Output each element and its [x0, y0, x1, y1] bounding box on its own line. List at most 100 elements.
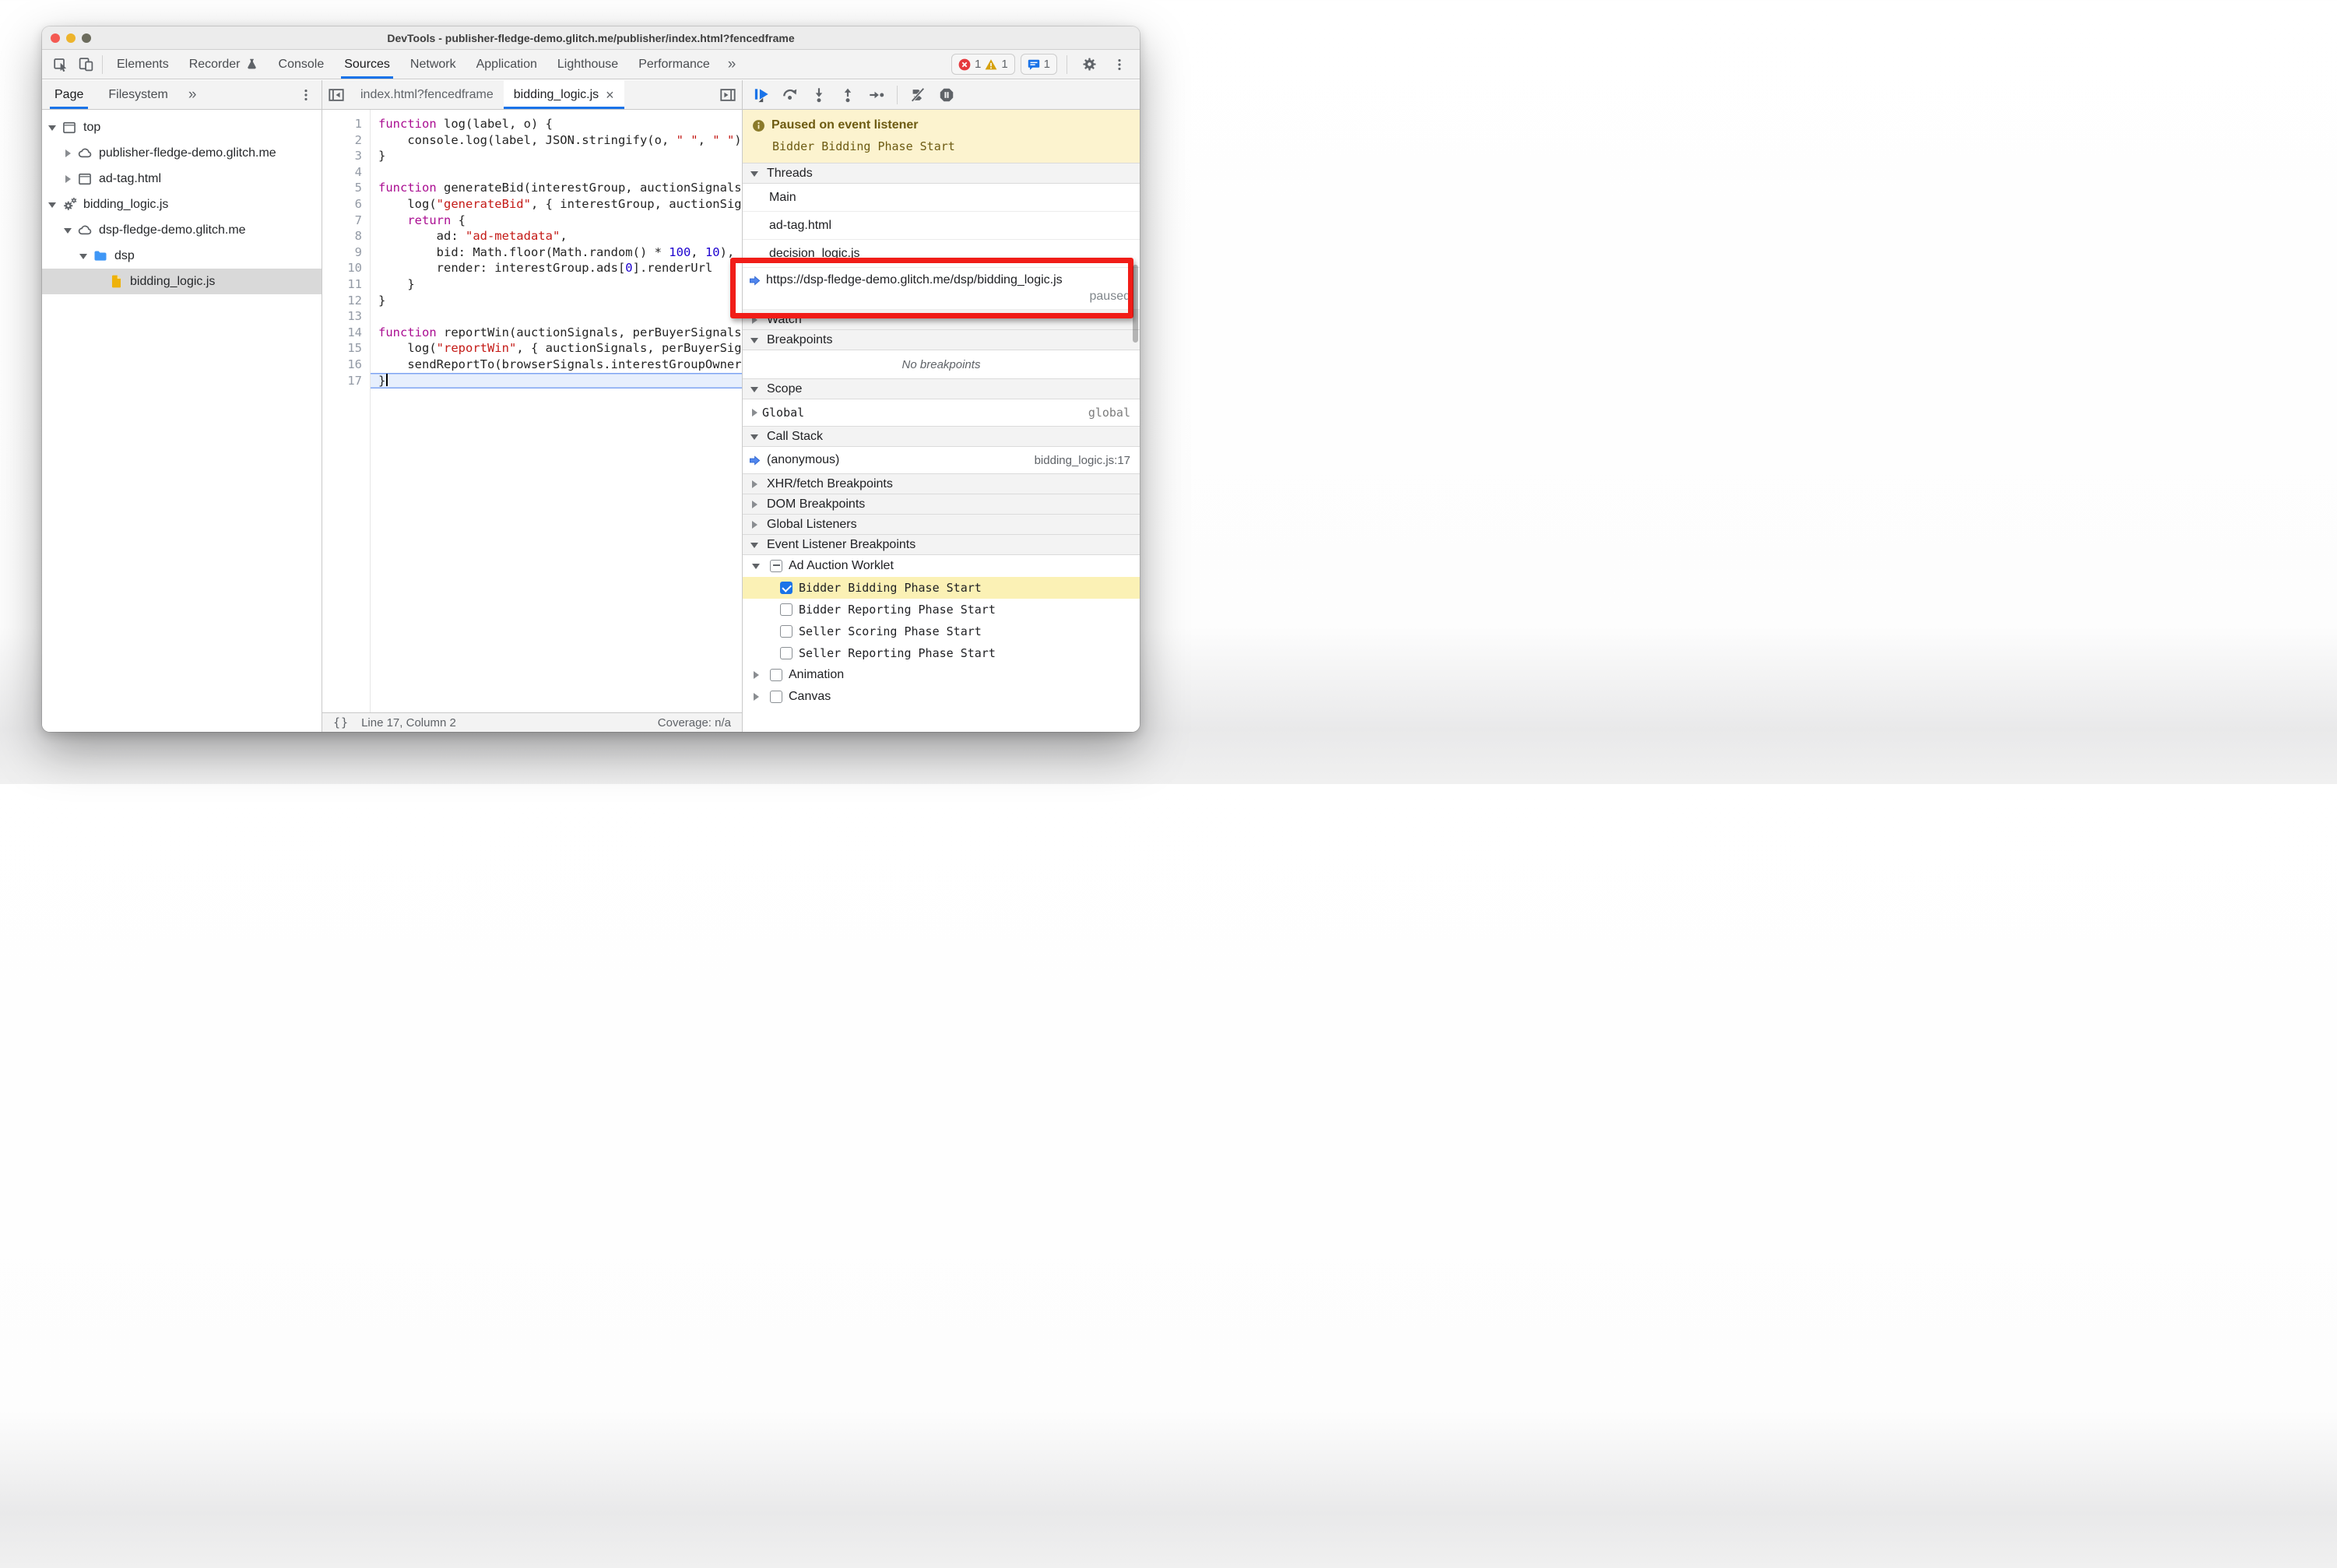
line-number[interactable]: 14	[322, 325, 362, 341]
code-line[interactable]: function reportWin(auctionSignals, perBu…	[371, 325, 742, 341]
resume-button[interactable]	[749, 83, 774, 107]
hide-navigator-button[interactable]	[322, 80, 350, 109]
sidebar-more-tabs-button[interactable]: »	[181, 86, 205, 104]
checkbox-unchecked[interactable]	[770, 691, 782, 703]
code-line[interactable]: console.log(label, JSON.stringify(o, " "…	[371, 132, 742, 149]
chevron-down-icon[interactable]	[749, 384, 760, 395]
chevron-right-icon[interactable]	[750, 691, 761, 702]
section-header-breakpoints[interactable]: Breakpoints	[743, 329, 1140, 350]
messages-badge[interactable]: 1	[1020, 54, 1057, 75]
close-icon[interactable]: ×	[606, 88, 614, 102]
editor-tab-index-html-fencedframe[interactable]: index.html?fencedframe	[350, 80, 504, 109]
step-out-button[interactable]	[835, 83, 860, 107]
section-header-xhr-fetch-breakpoints[interactable]: XHR/fetch Breakpoints	[743, 473, 1140, 494]
close-window-button[interactable]	[51, 33, 60, 43]
checkbox-indeterminate[interactable]	[770, 560, 782, 572]
device-toolbar-button[interactable]	[73, 53, 98, 76]
tree-item-bidding-logic-js[interactable]: bidding_logic.js	[42, 192, 322, 217]
section-header-call-stack[interactable]: Call Stack	[743, 426, 1140, 447]
editor-tab-bidding-logic-js[interactable]: bidding_logic.js ×	[503, 80, 624, 109]
event-category-ad-auction-worklet[interactable]: Ad Auction Worklet	[743, 555, 1140, 577]
line-number[interactable]: 10	[322, 260, 362, 276]
scope-row-global[interactable]: Global global	[743, 399, 1140, 427]
code-line-highlighted[interactable]: }	[371, 372, 742, 389]
scrollbar-thumb[interactable]	[1133, 265, 1138, 343]
section-header-scope[interactable]: Scope	[743, 378, 1140, 399]
line-number[interactable]: 12	[322, 293, 362, 309]
zoom-window-button[interactable]	[82, 33, 91, 43]
section-header-global-listeners[interactable]: Global Listeners	[743, 514, 1140, 535]
section-header-event-listener-breakpoints[interactable]: Event Listener Breakpoints	[743, 534, 1140, 555]
main-tab-elements[interactable]: Elements	[107, 50, 179, 79]
tree-item-dsp-fledge-demo-glitch-me[interactable]: dsp-fledge-demo.glitch.me	[42, 217, 322, 243]
step-over-button[interactable]	[778, 83, 803, 107]
chevron-down-icon[interactable]	[47, 122, 58, 133]
section-header-threads[interactable]: Threads	[743, 163, 1140, 184]
main-tab-lighthouse[interactable]: Lighthouse	[547, 50, 628, 79]
chevron-right-icon[interactable]	[749, 407, 760, 418]
event-breakpoint-bidder-reporting-phase-start[interactable]: Bidder Reporting Phase Start	[743, 599, 1140, 621]
code-line[interactable]: sendReportTo(browserSignals.interestGrou…	[371, 357, 742, 373]
tree-item-publisher-fledge-demo-glitch-me[interactable]: publisher-fledge-demo.glitch.me	[42, 140, 322, 166]
chevron-down-icon[interactable]	[749, 431, 760, 442]
event-breakpoint-seller-scoring-phase-start[interactable]: Seller Scoring Phase Start	[743, 621, 1140, 642]
line-number[interactable]: 1	[322, 116, 362, 132]
code-line[interactable]: log("reportWin", { auctionSignals, perBu…	[371, 340, 742, 357]
pause-on-exceptions-button[interactable]	[934, 83, 959, 107]
code-line[interactable]: ad: "ad-metadata",	[371, 228, 742, 244]
code-line[interactable]: function generateBid(interestGroup, auct…	[371, 180, 742, 196]
line-number-gutter[interactable]: 1 2 3 4 5 6 7 8 9 10 11 12 13 14 15 16 17	[322, 110, 371, 712]
more-panels-button[interactable]: »	[720, 56, 744, 73]
line-number[interactable]: 16	[322, 357, 362, 373]
line-number[interactable]: 3	[322, 148, 362, 164]
sidebar-tab-page[interactable]: Page	[42, 80, 96, 109]
chevron-right-icon[interactable]	[62, 174, 73, 185]
main-tab-console[interactable]: Console	[269, 50, 335, 79]
inspect-element-button[interactable]	[48, 53, 73, 76]
code-line[interactable]: }	[371, 148, 742, 164]
checkbox-checked[interactable]	[780, 582, 792, 594]
thread-row[interactable]: Main	[743, 184, 1140, 212]
call-stack-frame[interactable]: (anonymous) bidding_logic.js:17	[743, 447, 1140, 474]
event-category-animation[interactable]: Animation	[743, 664, 1140, 686]
chevron-right-icon[interactable]	[749, 519, 760, 530]
chevron-right-icon[interactable]	[749, 315, 760, 325]
code-line[interactable]: bid: Math.floor(Math.random() * 100, 10)…	[371, 244, 742, 261]
chevron-down-icon[interactable]	[47, 199, 58, 210]
chevron-right-icon[interactable]	[749, 479, 760, 490]
main-tab-application[interactable]: Application	[466, 50, 547, 79]
chevron-right-icon[interactable]	[62, 148, 73, 159]
thread-row[interactable]: ad-tag.html	[743, 212, 1140, 240]
chevron-down-icon[interactable]	[750, 561, 761, 571]
show-debugger-button[interactable]	[714, 80, 742, 109]
tree-item-ad-tag-html[interactable]: ad-tag.html	[42, 166, 322, 192]
chevron-down-icon[interactable]	[749, 335, 760, 346]
line-number[interactable]: 4	[322, 164, 362, 181]
event-breakpoint-seller-reporting-phase-start[interactable]: Seller Reporting Phase Start	[743, 642, 1140, 664]
code-line[interactable]	[371, 308, 742, 325]
event-category-canvas[interactable]: Canvas	[743, 686, 1140, 708]
deactivate-breakpoints-button[interactable]	[905, 83, 930, 107]
checkbox-unchecked[interactable]	[780, 625, 792, 638]
sidebar-menu-button[interactable]	[293, 83, 318, 107]
code-line[interactable]: render: interestGroup.ads[0].renderUrl	[371, 260, 742, 276]
thread-row-paused[interactable]: https://dsp-fledge-demo.glitch.me/dsp/bi…	[730, 258, 1140, 318]
line-number[interactable]: 7	[322, 213, 362, 229]
code-line[interactable]: function log(label, o) {	[371, 116, 742, 132]
main-tab-sources[interactable]: Sources	[334, 50, 400, 79]
format-code-button[interactable]: {}	[333, 715, 349, 730]
issues-badge[interactable]: 1 1	[951, 54, 1015, 75]
line-number[interactable]: 15	[322, 340, 362, 357]
chevron-down-icon[interactable]	[62, 225, 73, 236]
checkbox-unchecked[interactable]	[770, 669, 782, 681]
chevron-right-icon[interactable]	[750, 670, 761, 680]
line-number[interactable]: 17	[322, 373, 362, 389]
code-line[interactable]: }	[371, 276, 742, 293]
chevron-down-icon[interactable]	[749, 168, 760, 179]
line-number[interactable]: 9	[322, 244, 362, 261]
chevron-down-icon[interactable]	[749, 540, 760, 550]
settings-button[interactable]	[1077, 53, 1102, 76]
frame-location[interactable]: bidding_logic.js:17	[1035, 454, 1130, 467]
code-line[interactable]: log("generateBid", { interestGroup, auct…	[371, 196, 742, 213]
tree-item-dsp[interactable]: dsp	[42, 243, 322, 269]
